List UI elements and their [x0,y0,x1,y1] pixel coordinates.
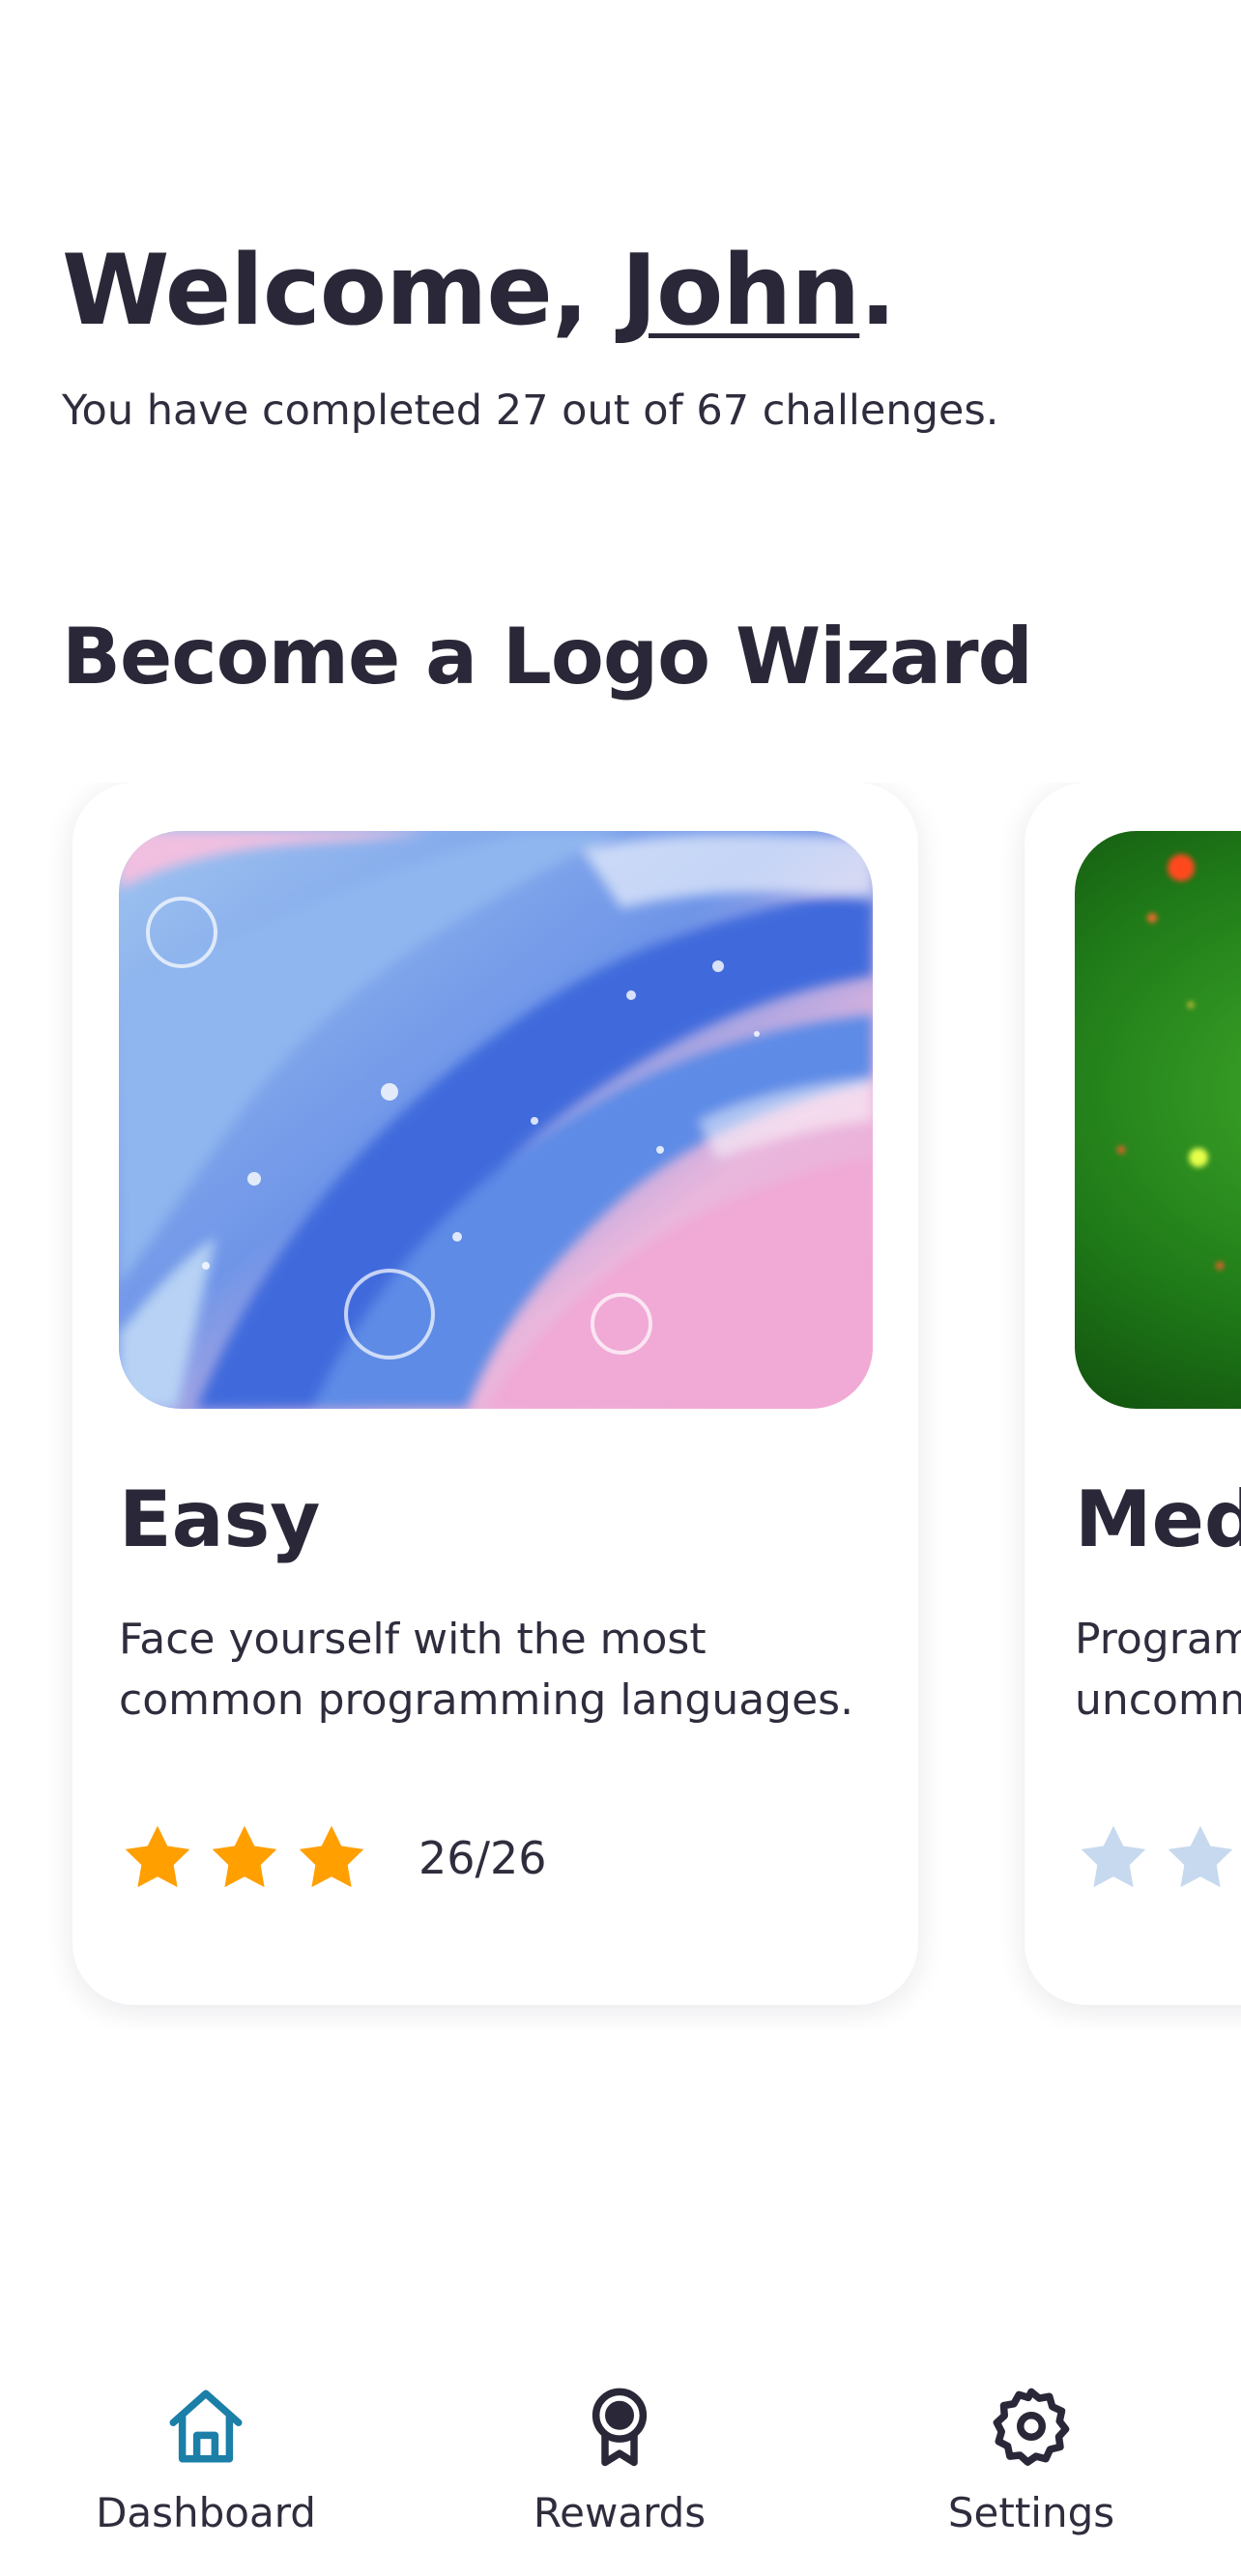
difficulty-card-easy[interactable]: Easy Face yourself with the most common … [72,783,918,2005]
nav-item-dashboard[interactable]: Dashboard [51,2348,361,2536]
difficulty-card-medium[interactable]: Med Program uncomm [1025,783,1241,2005]
greeting-suffix: . [859,233,896,347]
star-filled-icon [293,1819,370,1897]
welcome-heading: Welcome, John. [62,232,897,349]
card-title: Med [1075,1474,1241,1564]
star-filled-icon [206,1819,283,1897]
star-empty-icon [1075,1819,1152,1897]
card-title: Easy [119,1474,321,1564]
star-filled-icon [119,1819,196,1897]
section-title: Become a Logo Wizard [62,612,1033,701]
bottom-navigation: Dashboard Rewards Settings [0,2348,1241,2576]
user-name-link[interactable]: John [620,233,860,347]
nav-label-settings: Settings [947,2489,1115,2536]
completion-count: 26/26 [418,1832,547,1884]
nav-item-settings[interactable]: Settings [877,2348,1186,2536]
progress-summary: You have completed 27 out of 67 challeng… [62,386,999,435]
home-icon [162,2383,249,2470]
card-image-green-nebula [1075,831,1241,1409]
nav-label-rewards: Rewards [533,2489,707,2536]
card-description: Program uncomm [1075,1609,1241,1731]
card-image-fluid-art [119,831,873,1409]
card-description-line: Program [1075,1615,1241,1664]
star-empty-icon [1162,1819,1239,1897]
nav-label-dashboard: Dashboard [96,2489,316,2536]
award-icon [576,2383,663,2470]
card-description: Face yourself with the most common progr… [119,1615,854,1725]
gear-icon [988,2383,1075,2470]
greeting-prefix: Welcome, [62,233,621,347]
difficulty-carousel[interactable]: Easy Face yourself with the most common … [0,783,1241,2029]
card-rating [1075,1815,1241,1902]
nav-item-rewards[interactable]: Rewards [465,2348,774,2536]
card-rating: 26/26 [119,1815,547,1902]
card-description-line: uncomm [1075,1675,1241,1725]
